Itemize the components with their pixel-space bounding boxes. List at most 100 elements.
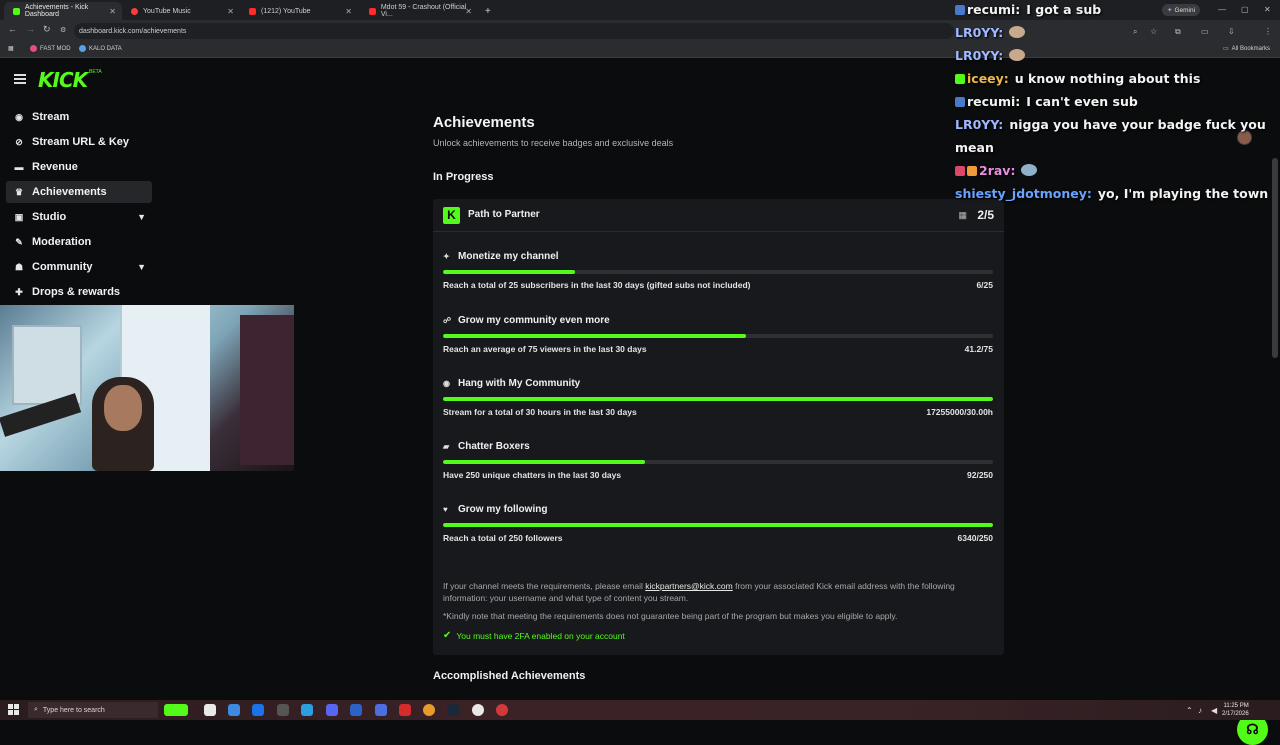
close-tab-icon[interactable]: ✕ (109, 7, 116, 16)
sparkle-icon: ✦ (443, 252, 450, 261)
sidebar-item-achievements[interactable]: ♛ Achievements (6, 181, 152, 203)
bookmark-fast-mod[interactable]: FAST MOD (30, 45, 71, 52)
all-bookmarks[interactable]: ▭ All Bookmarks (1223, 45, 1270, 53)
achievement-description: Reach a total of 25 subscribers in the l… (443, 280, 751, 290)
community-icon: ☗ (14, 261, 24, 272)
progress-track (443, 334, 993, 338)
taskbar-app-icon[interactable] (350, 704, 362, 716)
maximize-icon[interactable]: ▢ (1241, 5, 1249, 14)
menu-icon[interactable]: ⋮ (1264, 27, 1272, 36)
extensions-icon[interactable]: ⧉ (1175, 27, 1181, 37)
tab-mdot-crashout[interactable]: Mdot 59 - Crashout (Official Vi... ✕ (360, 2, 478, 20)
taskbar-app-icon[interactable] (228, 704, 240, 716)
taskbar-widget-icon[interactable] (164, 704, 188, 716)
sidebar-item-revenue[interactable]: ▬ Revenue (6, 156, 152, 178)
steam-icon[interactable] (447, 704, 459, 716)
webcam-clothes (240, 315, 294, 465)
sidebar-item-studio[interactable]: ▣ Studio ▼ (6, 206, 152, 228)
discord-icon[interactable] (326, 704, 338, 716)
back-icon[interactable]: ← (8, 24, 17, 34)
sidebar-item-moderation[interactable]: ✎ Moderation (6, 231, 152, 253)
taskbar-app-icon[interactable] (204, 704, 216, 716)
minimize-icon[interactable]: — (1218, 5, 1226, 14)
fast-mod-icon (30, 45, 37, 52)
zoom-icon[interactable]: ⌕ (1133, 27, 1137, 37)
webcam-face (104, 385, 142, 431)
sidebar-item-stream[interactable]: ◉ Stream (6, 106, 152, 128)
taskbar-app-icon[interactable] (496, 704, 508, 716)
progress-fill (443, 460, 646, 464)
achievement-value: 17255000/30.00h (926, 407, 993, 417)
sidebar-item-community[interactable]: ☗ Community ▼ (6, 256, 152, 278)
downloads-icon[interactable]: ⇩ (1228, 27, 1235, 36)
close-tab-icon[interactable]: ✕ (465, 7, 472, 16)
sidebar-icon[interactable]: ▭ (1201, 27, 1209, 36)
page-title: Achievements (433, 114, 535, 131)
in-progress-heading: In Progress (433, 171, 494, 183)
folder-icon: ▭ (1223, 46, 1229, 52)
kick-logo[interactable]: KICK (38, 68, 88, 92)
chat-message: LR0YY: nigga you have your badge fuck you (955, 117, 1266, 132)
sidebar-item-drops-rewards[interactable]: ✚ Drops & rewards (6, 281, 152, 303)
chat-message: LR0YY: (955, 25, 1026, 40)
wrench-icon: ✎ (15, 236, 23, 247)
achievement-name: Chatter Boxers (458, 441, 530, 452)
tray-chevron-icon[interactable]: ⌃ (1186, 706, 1193, 715)
achievement-value: 41.2/75 (964, 344, 993, 354)
close-tab-icon[interactable]: ✕ (345, 7, 352, 16)
progress-fill (443, 397, 993, 401)
bookmark-kalo-data[interactable]: KALO DATA (79, 45, 122, 52)
taskbar-app-icon[interactable] (375, 704, 387, 716)
accomplished-heading: Accomplished Achievements (433, 670, 586, 682)
taskbar-clock[interactable]: 11:25 PM 2/17/2026 (1222, 702, 1249, 718)
taskbar-app-icon[interactable] (252, 704, 264, 716)
twofa-requirement: ✔ You must have 2FA enabled on your accou… (443, 630, 625, 641)
chrome-icon[interactable] (472, 704, 484, 716)
chrome-icon[interactable] (423, 704, 435, 716)
taskbar-app-icon[interactable] (277, 704, 289, 716)
tab-achievements[interactable]: Achievements - Kick Dashboard ✕ (4, 2, 122, 20)
progress-track (443, 397, 993, 401)
moderator-badge-icon (955, 166, 965, 176)
tab-youtube-music[interactable]: YouTube Music ✕ (122, 2, 240, 20)
reload-icon[interactable]: ↻ (43, 24, 51, 35)
taskbar-app-icon[interactable] (399, 704, 411, 716)
card-header[interactable]: K Path to Partner ▦ 2/5 (433, 199, 1004, 232)
apps-grid-icon[interactable]: ▦ (8, 45, 14, 52)
scrollbar[interactable] (1272, 158, 1278, 358)
webcam-overlay (0, 305, 294, 471)
progress-track (443, 270, 993, 274)
site-info-icon[interactable]: ⚙ (60, 26, 66, 34)
progress-fill (443, 270, 575, 274)
kick-favicon-icon (13, 7, 20, 15)
sidebar-item-stream-url-key[interactable]: ⊘ Stream URL & Key (6, 131, 152, 153)
microphone-icon[interactable]: ♪ (1198, 706, 1202, 715)
achievement-description: Reach an average of 75 viewers in the la… (443, 344, 647, 354)
achievement-name: Hang with My Community (458, 378, 581, 389)
achievement-chatter-boxers: ▰ Chatter Boxers Have 250 unique chatters… (443, 441, 993, 491)
partner-email-link[interactable]: kickpartners@kick.com (645, 581, 733, 591)
gemini-button[interactable]: ✦ Gemini (1162, 4, 1201, 16)
achievement-grow-following: ♥ Grow my following Reach a total of 250 … (443, 504, 993, 554)
chat-bubble-icon: ▰ (443, 442, 450, 451)
bookmark-star-icon[interactable]: ☆ (1150, 27, 1157, 36)
path-to-partner-card: K Path to Partner ▦ 2/5 ✦ Monetize my cha… (433, 199, 1004, 655)
chat-message: LR0YY: (955, 48, 1026, 63)
forward-icon[interactable]: → (26, 24, 35, 34)
tab-youtube[interactable]: (1212) YouTube ✕ (240, 2, 358, 20)
windows-start-icon[interactable] (8, 704, 19, 715)
address-bar-row: ← → ↻ ⚙ dashboard.kick.com/achievements … (0, 20, 1280, 42)
taskbar-search-input[interactable]: ⌕ Type here to search (28, 702, 158, 718)
partner-info-text: If your channel meets the requirements, … (443, 581, 955, 603)
taskbar-app-icon[interactable] (301, 704, 313, 716)
close-window-icon[interactable]: ✕ (1264, 5, 1271, 14)
heart-icon: ♥ (443, 505, 448, 514)
new-tab-button[interactable]: + (482, 2, 496, 20)
sub-badge-icon (955, 5, 965, 15)
hamburger-menu-icon[interactable] (14, 74, 26, 86)
volume-icon[interactable]: ◀ (1211, 706, 1217, 715)
avatar[interactable] (1237, 130, 1252, 145)
url-field[interactable]: dashboard.kick.com/achievements (74, 23, 954, 39)
youtube-music-favicon-icon (131, 7, 138, 15)
close-tab-icon[interactable]: ✕ (227, 7, 234, 16)
